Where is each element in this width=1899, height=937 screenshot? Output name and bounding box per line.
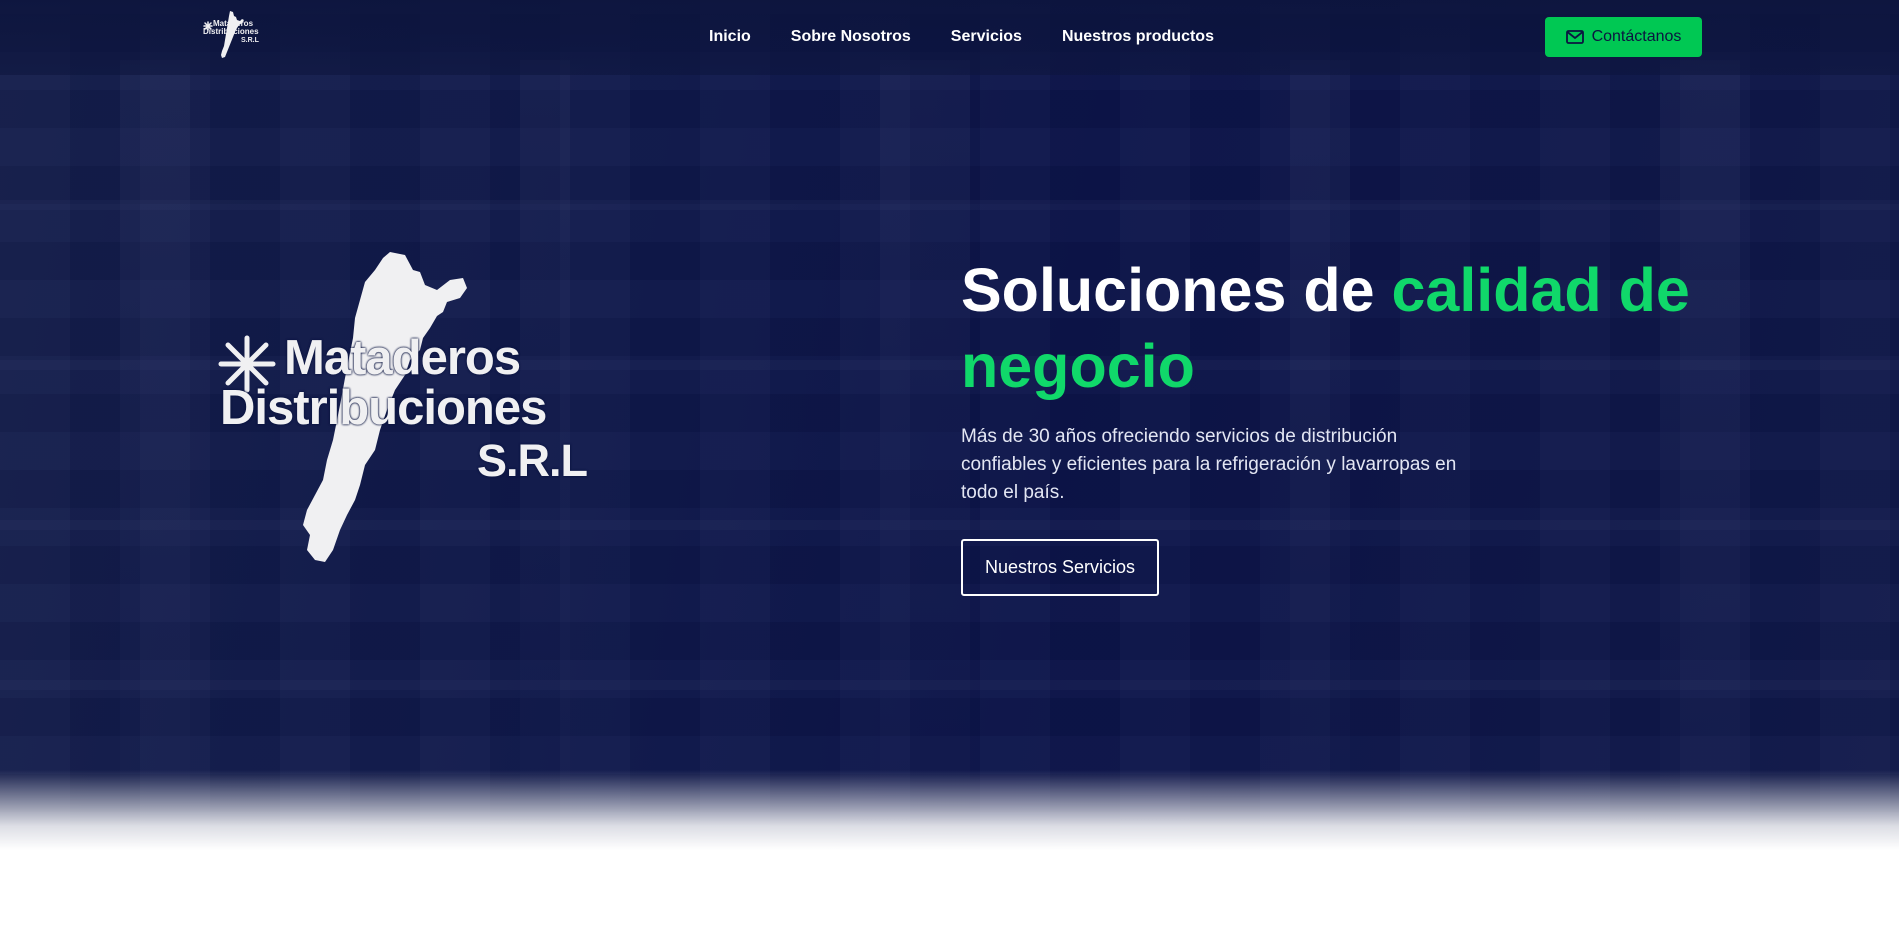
our-services-button[interactable]: Nuestros Servicios — [961, 539, 1159, 596]
hero-subtitle: Más de 30 años ofreciendo servicios de d… — [961, 426, 1457, 503]
mail-icon — [1565, 30, 1584, 44]
nav-logo-line3: S.R.L — [241, 37, 259, 44]
nav-link-inicio[interactable]: Inicio — [709, 28, 751, 46]
contact-button[interactable]: Contáctanos — [1545, 17, 1702, 57]
hero-section: Mataderos Distribuciones S.R.L Solucione… — [0, 0, 1899, 850]
nav-logo[interactable]: Mataderos Distribuciones S.R.L — [203, 10, 263, 60]
nav-link-sobre-nosotros[interactable]: Sobre Nosotros — [791, 28, 911, 46]
nav-link-nuestros-productos[interactable]: Nuestros productos — [1062, 28, 1214, 46]
hero-title-plain: Soluciones de — [961, 256, 1392, 324]
top-navigation-bar: Mataderos Distribuciones S.R.L Inicio So… — [0, 0, 1899, 75]
hero-logo-line1: Mataderos — [284, 331, 521, 385]
nav-logo-line2: Distribuciones — [203, 27, 259, 36]
hero-title: Soluciones de calidad de negocio — [961, 252, 1721, 404]
hero-brand-logo: Mataderos Distribuciones S.R.L — [215, 250, 595, 565]
contact-button-label: Contáctanos — [1591, 28, 1682, 45]
hero-logo-line3: S.R.L — [477, 435, 588, 486]
hero-logo-line2: Distribuciones — [220, 381, 547, 435]
hero-bottom-fade — [0, 770, 1899, 850]
nav-link-servicios[interactable]: Servicios — [951, 28, 1022, 46]
nav-links: Inicio Sobre Nosotros Servicios Nuestros… — [709, 28, 1214, 46]
